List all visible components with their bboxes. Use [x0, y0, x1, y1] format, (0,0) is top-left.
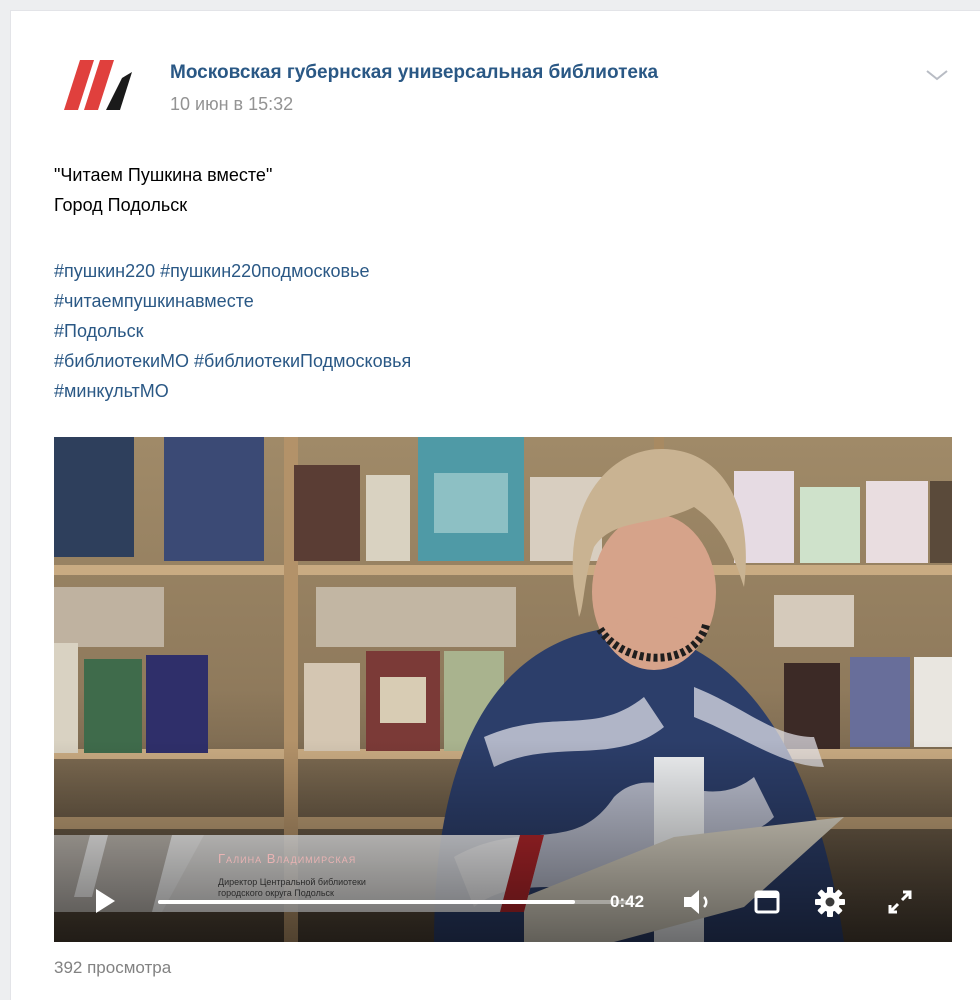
post-date[interactable]: 10 июн в 15:32 — [170, 94, 293, 115]
logo-icon[interactable] — [54, 52, 134, 122]
hashtag-line[interactable]: #Подольск — [54, 316, 411, 346]
hashtag-line[interactable]: #библиотекиМО #библиотекиПодмосковья — [54, 346, 411, 376]
video-frame — [54, 437, 952, 942]
hashtag-line[interactable]: #читаемпушкинавместе — [54, 286, 411, 316]
hashtag-line[interactable]: #пушкин220 #пушкин220подмосковье — [54, 256, 411, 286]
chevron-down-icon[interactable] — [925, 68, 949, 82]
video-player[interactable] — [54, 437, 952, 942]
time-label: 0:42 — [610, 892, 645, 911]
view-count: 392 просмотра — [54, 958, 172, 977]
volume-icon[interactable] — [682, 888, 716, 916]
video-controls: 0:42 — [54, 868, 952, 942]
post-text-line: "Читаем Пушкина вместе" — [54, 165, 273, 185]
lower-third-name: Галина Владимирская — [218, 851, 357, 866]
fullscreen-icon[interactable] — [886, 888, 914, 916]
settings-icon[interactable] — [814, 886, 846, 918]
miniplayer-icon[interactable] — [754, 890, 780, 914]
post-text-line: Город Подольск — [54, 195, 188, 215]
progress-bar[interactable] — [158, 900, 632, 904]
post-text: "Читаем Пушкина вместе" Город Подольск #… — [54, 160, 411, 406]
author-name[interactable]: Московская губернская универсальная библ… — [170, 62, 658, 84]
progress-fill — [158, 900, 576, 904]
play-icon[interactable] — [94, 888, 116, 914]
hashtag-line[interactable]: #минкультМО — [54, 376, 411, 406]
